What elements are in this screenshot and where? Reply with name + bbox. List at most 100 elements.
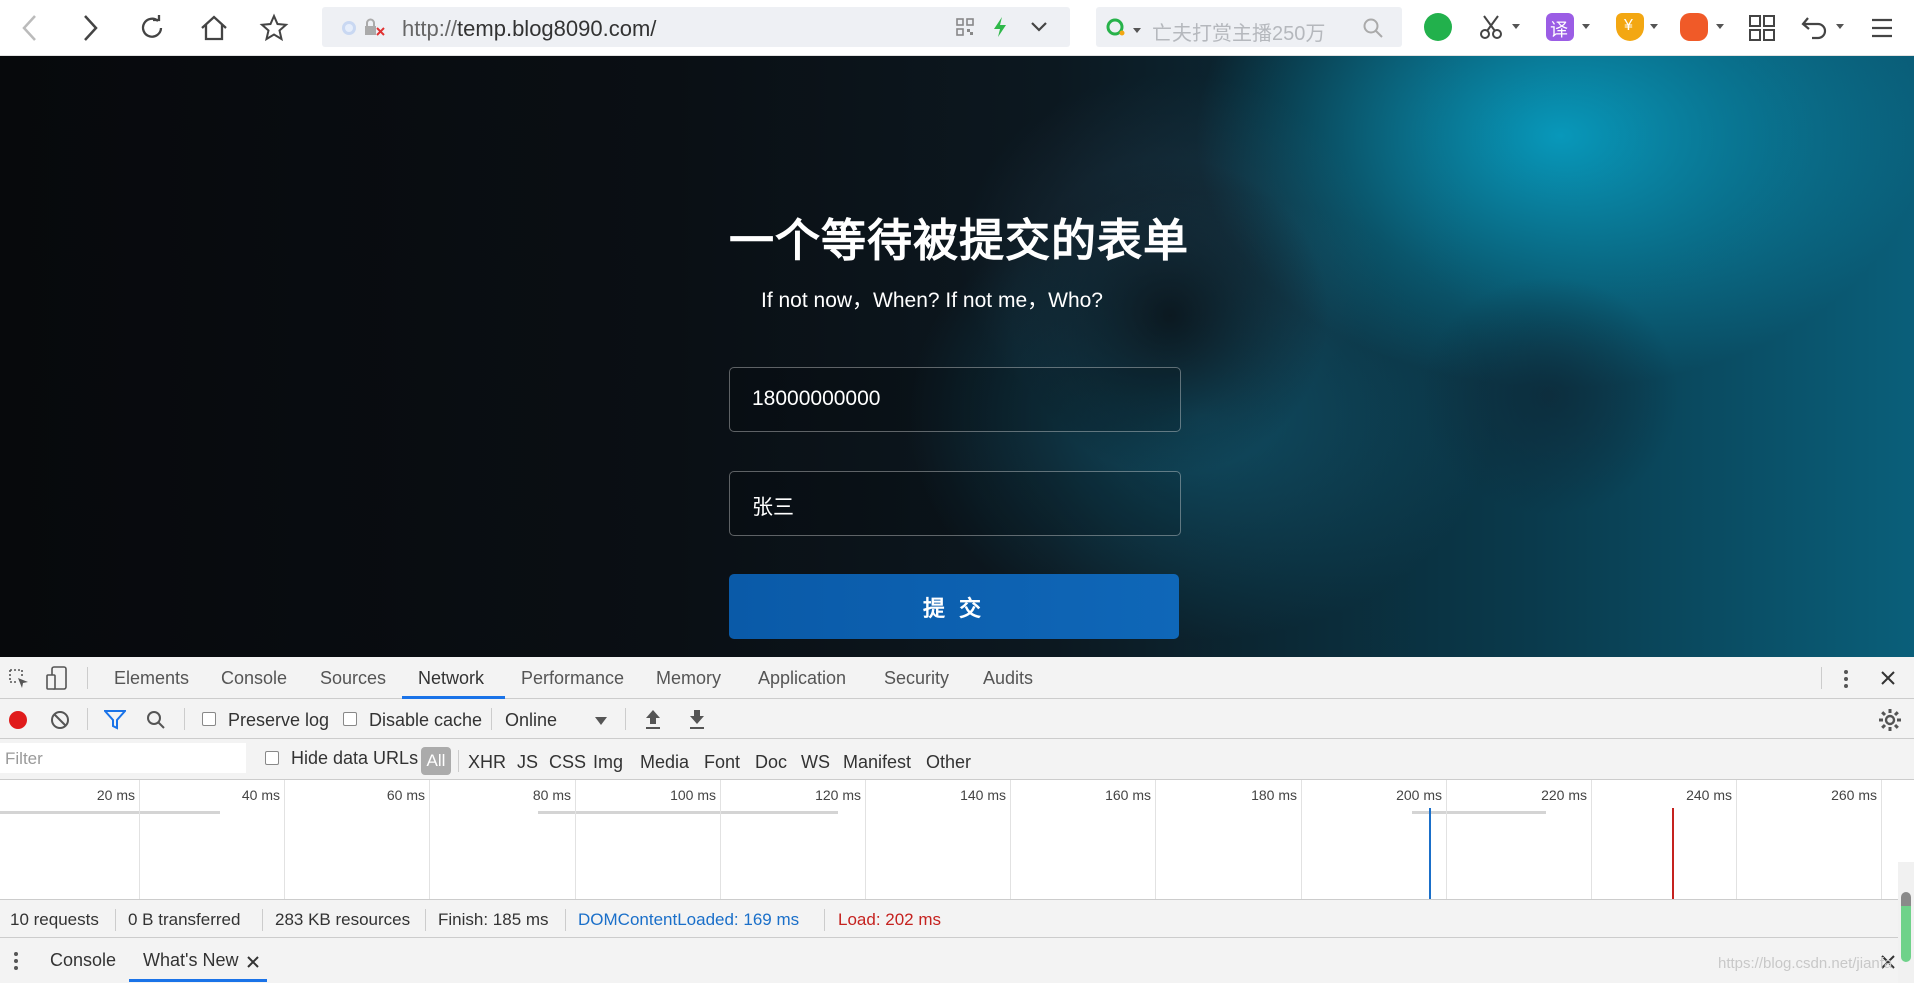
tab-security[interactable]: Security (884, 668, 949, 689)
search-box[interactable]: 亡夫打赏主播250万 (1096, 7, 1402, 47)
timeline-tick-label: 100 ms (670, 787, 716, 803)
type-filter-js[interactable]: JS (517, 752, 538, 773)
hide-data-urls-label: Hide data URLs (291, 748, 419, 768)
timeline-gridline (720, 780, 721, 899)
home-icon (201, 15, 227, 41)
back-button[interactable] (12, 10, 48, 46)
reload-button[interactable] (134, 10, 170, 46)
more-options-icon[interactable] (1840, 668, 1852, 690)
type-filter-font[interactable]: Font (704, 752, 740, 773)
status-requests: 10 requests (10, 910, 99, 929)
game-caret-icon[interactable] (1716, 24, 1724, 29)
search-placeholder: 亡夫打赏主播250万 (1152, 23, 1326, 45)
record-icon[interactable] (8, 710, 28, 730)
scissors-caret-icon[interactable] (1512, 24, 1520, 29)
scissors-icon[interactable] (1478, 13, 1504, 41)
qr-code-icon[interactable] (956, 18, 974, 36)
tab-network[interactable]: Network (418, 668, 484, 689)
type-filter-css[interactable]: CSS (549, 752, 586, 773)
divider (87, 708, 88, 730)
page-subtitle: If not now，When? If not me，Who? (761, 289, 1103, 312)
star-icon (259, 13, 289, 42)
timeline-tick-label: 220 ms (1541, 787, 1587, 803)
devtools-panel: Elements Console Sources Network Perform… (0, 657, 1914, 983)
translate-caret-icon[interactable] (1582, 24, 1590, 29)
search-icon[interactable] (1362, 17, 1384, 39)
timeline-tick-label: 40 ms (241, 787, 280, 803)
timeline-gridline (1155, 780, 1156, 899)
filter-input[interactable]: Filter (0, 743, 246, 773)
name-field[interactable]: 张三 (729, 471, 1181, 536)
undo-icon[interactable] (1800, 14, 1830, 42)
preserve-log-checkbox[interactable] (202, 712, 216, 726)
export-har-icon[interactable] (688, 708, 706, 730)
type-filter-img[interactable]: Img (593, 752, 623, 773)
tab-performance[interactable]: Performance (521, 668, 624, 689)
name-field-value: 张三 (752, 496, 794, 519)
import-har-icon[interactable] (644, 708, 662, 730)
type-filter-xhr[interactable]: XHR (468, 752, 506, 773)
menu-icon[interactable] (1870, 17, 1894, 39)
bookmark-button[interactable] (256, 10, 292, 46)
background-monitor (1420, 276, 1680, 516)
disable-cache-label: Disable cache (369, 710, 483, 730)
timeline-tick-label: 80 ms (532, 787, 571, 803)
inspect-element-icon[interactable] (8, 668, 30, 690)
type-filter-other[interactable]: Other (926, 752, 971, 773)
coupon-caret-icon[interactable] (1650, 24, 1658, 29)
tab-audits[interactable]: Audits (983, 668, 1033, 689)
chevron-down-icon[interactable] (1030, 21, 1048, 33)
status-resources: 283 KB resources (275, 910, 411, 929)
filter-icon[interactable] (104, 710, 126, 730)
address-bar[interactable]: http://temp.blog8090.com/ (322, 7, 1070, 47)
tab-console[interactable]: Console (221, 668, 287, 689)
url-text: http://temp.blog8090.com/ (402, 16, 656, 42)
throttle-select[interactable]: Online (505, 710, 557, 731)
url-protocol: http:// (402, 16, 458, 41)
undo-caret-icon[interactable] (1836, 24, 1844, 29)
phone-field[interactable]: 18000000000 (729, 367, 1181, 432)
watermark: https://blog.csdn.net/jianfa (1718, 955, 1893, 972)
close-tab-icon[interactable] (247, 956, 259, 968)
drawer-tab-whats-new[interactable]: What's New (143, 950, 238, 971)
type-filter-all[interactable]: All (421, 747, 451, 775)
search-icon[interactable] (146, 710, 166, 730)
drawer-tab-console[interactable]: Console (50, 950, 116, 971)
clear-icon[interactable] (50, 710, 70, 730)
type-filter-ws[interactable]: WS (801, 752, 830, 773)
translate-icon[interactable]: 译 (1546, 13, 1574, 41)
lightning-icon[interactable] (992, 16, 1008, 38)
tab-sources[interactable]: Sources (320, 668, 386, 689)
tab-application[interactable]: Application (758, 668, 846, 689)
tab-elements[interactable]: Elements (114, 668, 189, 689)
settings-gear-icon[interactable] (1878, 708, 1902, 732)
preserve-log-label: Preserve log (228, 710, 330, 730)
browser-toolbar: http://temp.blog8090.com/ 亡夫打赏主播250万 译 ¥ (0, 0, 1914, 56)
coupon-icon[interactable]: ¥ (1616, 13, 1644, 41)
home-button[interactable] (196, 10, 232, 46)
submit-button[interactable]: 提 交 (729, 574, 1179, 639)
game-icon[interactable] (1680, 13, 1708, 41)
timeline-gridline (1301, 780, 1302, 899)
insecure-lock-icon (365, 18, 385, 36)
divider (491, 708, 492, 730)
type-filter-media[interactable]: Media (640, 752, 689, 773)
tab-memory[interactable]: Memory (656, 668, 721, 689)
devtools-scrollbar[interactable] (1898, 862, 1914, 983)
drawer-menu-icon[interactable] (12, 950, 20, 972)
disable-cache-checkbox[interactable] (343, 712, 357, 726)
phone-field-value: 18000000000 (752, 387, 881, 410)
forward-button[interactable] (72, 10, 108, 46)
hide-data-urls-checkbox[interactable] (265, 751, 279, 765)
scrollbar-thumb[interactable] (1901, 892, 1911, 962)
close-devtools-icon[interactable] (1880, 670, 1896, 686)
device-toolbar-icon[interactable] (46, 666, 70, 692)
search-engine-icon[interactable] (1106, 17, 1130, 39)
timeline-gridline (1881, 780, 1882, 899)
type-filter-manifest[interactable]: Manifest (843, 752, 911, 773)
apps-grid-icon[interactable] (1748, 14, 1776, 42)
green-extension-icon[interactable] (1424, 13, 1452, 41)
type-filter-doc[interactable]: Doc (755, 752, 787, 773)
network-timeline-overview[interactable]: 20 ms 40 ms 60 ms 80 ms 100 ms 120 ms 140 ms 16… (0, 780, 1914, 900)
throttle-dropdown-icon[interactable] (594, 716, 608, 726)
